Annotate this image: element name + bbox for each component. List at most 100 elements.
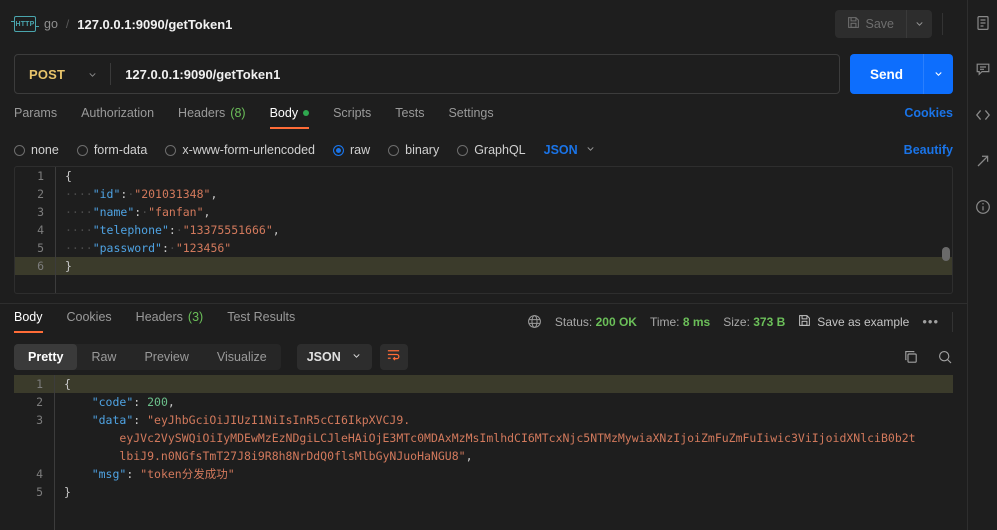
save-as-example-button[interactable]: Save as example bbox=[798, 314, 909, 330]
info-icon[interactable] bbox=[974, 198, 992, 216]
request-response-pane: HTTP go / 127.0.0.1:9090/getToken1 Save bbox=[0, 0, 967, 530]
code-line-text: eyJVc2VySWQiOiIyMDEwMzEzNDgiLCJleHAiOjE3… bbox=[119, 431, 916, 445]
request-tab-headers[interactable]: Headers (8) bbox=[178, 106, 246, 129]
body-type-radio-raw[interactable]: raw bbox=[333, 143, 370, 157]
code-line-text: "msg": "token分发成功" bbox=[91, 467, 235, 481]
request-tab-label: Body bbox=[269, 105, 299, 120]
code-line-text: } bbox=[64, 485, 71, 499]
response-view-pretty[interactable]: Pretty bbox=[14, 344, 78, 370]
radio-indicator bbox=[165, 144, 177, 156]
beautify-link[interactable]: Beautify bbox=[904, 143, 953, 157]
response-more-options-button[interactable]: ••• bbox=[922, 314, 939, 329]
save-button-label: Save bbox=[865, 17, 895, 31]
code-line[interactable]: eyJVc2VySWQiOiIyMDEwMzEzNDgiLCJleHAiOjE3… bbox=[14, 429, 953, 447]
code-line[interactable]: 3 "data": "eyJhbGciOiJIUzI1NiIsInR5cCI6I… bbox=[14, 411, 953, 429]
code-line[interactable]: 4 ····"telephone":·"13375551666", bbox=[15, 221, 952, 239]
request-tab-settings[interactable]: Settings bbox=[448, 106, 493, 129]
http-method-select[interactable]: POST bbox=[15, 55, 110, 93]
response-tab-cookies[interactable]: Cookies bbox=[67, 310, 112, 333]
response-tab-label: Cookies bbox=[66, 310, 112, 324]
body-type-radio-form-data[interactable]: form-data bbox=[76, 143, 147, 157]
send-options-button[interactable] bbox=[923, 54, 953, 94]
response-tab-headers[interactable]: Headers (3) bbox=[136, 310, 204, 333]
http-method-label: POST bbox=[29, 66, 66, 82]
request-tab-body[interactable]: Body bbox=[269, 105, 310, 129]
request-tab-label: Headers bbox=[178, 105, 226, 120]
breadcrumb-collection[interactable]: go bbox=[44, 17, 58, 31]
line-number: 4 bbox=[37, 223, 44, 237]
url-input-group: POST bbox=[14, 54, 840, 94]
chevron-down-icon bbox=[351, 350, 362, 364]
share-icon[interactable] bbox=[974, 152, 992, 170]
request-tab-label: Authorization bbox=[81, 105, 155, 120]
code-line[interactable]: 1{ bbox=[15, 167, 952, 185]
floppy-disk-icon bbox=[798, 314, 811, 330]
request-tab-label: Scripts bbox=[333, 105, 372, 120]
code-line[interactable]: 6} bbox=[15, 257, 952, 275]
code-line[interactable]: 5 ····"password":·"123456" bbox=[15, 239, 952, 257]
code-line[interactable]: 1{ bbox=[14, 375, 953, 393]
response-tab-body[interactable]: Body bbox=[14, 310, 43, 333]
send-button-group: Send bbox=[849, 54, 953, 94]
globe-icon bbox=[527, 314, 542, 329]
request-body-editor[interactable]: 1{ 2 ····"id":·"201031348", 3 ····"name":·"f… bbox=[14, 166, 953, 294]
request-editor-scrollbar[interactable] bbox=[942, 247, 950, 261]
code-line[interactable]: 5} bbox=[14, 483, 953, 501]
response-view-preview[interactable]: Preview bbox=[130, 344, 202, 370]
request-tab-label: Settings bbox=[448, 105, 494, 120]
copy-icon[interactable] bbox=[903, 349, 919, 365]
url-input[interactable] bbox=[111, 66, 839, 82]
search-icon[interactable] bbox=[937, 349, 953, 365]
response-view-raw[interactable]: Raw bbox=[77, 344, 130, 370]
send-button[interactable]: Send bbox=[849, 54, 923, 94]
word-wrap-button[interactable] bbox=[379, 344, 408, 370]
line-number: 4 bbox=[36, 467, 43, 481]
code-line[interactable]: 2 ····"id":·"201031348", bbox=[15, 185, 952, 203]
request-tab-authorization[interactable]: Authorization bbox=[81, 106, 154, 129]
code-line[interactable]: 2 "code": 200, bbox=[14, 393, 953, 411]
response-view-visualize[interactable]: Visualize bbox=[203, 344, 281, 370]
response-body-code[interactable]: 1{2 "code": 200, 3 "data": "eyJhbGciOiJIU… bbox=[14, 375, 953, 501]
floppy-disk-icon bbox=[847, 16, 860, 32]
code-line-text: lbiJ9.n0NGfsTmT27J8i9R8h8NrDdQ0flsMlbGyN… bbox=[119, 449, 473, 463]
comment-icon[interactable] bbox=[974, 60, 992, 78]
body-type-radio-none[interactable]: none bbox=[14, 143, 59, 157]
chevron-down-icon bbox=[914, 17, 925, 32]
body-type-radio-GraphQL[interactable]: GraphQL bbox=[457, 143, 526, 157]
request-tabs: Params Authorization Headers (8) Body Scripts… bbox=[0, 100, 967, 134]
response-body-viewer[interactable]: 1{2 "code": 200, 3 "data": "eyJhbGciOiJIU… bbox=[14, 375, 953, 530]
response-tabs: Body Cookies Headers (3) Test Results bbox=[14, 310, 319, 333]
body-type-radio-binary[interactable]: binary bbox=[388, 143, 439, 157]
line-number: 5 bbox=[36, 485, 43, 499]
request-body-code[interactable]: 1{ 2 ····"id":·"201031348", 3 ····"name":·"f… bbox=[15, 167, 952, 275]
request-tab-params[interactable]: Params bbox=[14, 106, 57, 129]
time-label: Time: 8 ms bbox=[649, 314, 711, 329]
breadcrumb: HTTP go / 127.0.0.1:9090/getToken1 bbox=[11, 16, 835, 32]
radio-indicator bbox=[388, 144, 400, 156]
documentation-icon[interactable] bbox=[974, 14, 992, 32]
save-button[interactable]: Save bbox=[834, 10, 906, 38]
response-actions bbox=[903, 349, 953, 365]
code-line[interactable]: 3 ····"name":·"fanfan", bbox=[15, 203, 952, 221]
response-tab-label: Body bbox=[14, 310, 43, 324]
body-type-label: raw bbox=[350, 143, 371, 157]
line-number: 2 bbox=[37, 187, 44, 201]
breadcrumb-request-name[interactable]: 127.0.0.1:9090/getToken1 bbox=[77, 17, 232, 32]
radio-indicator bbox=[333, 144, 344, 156]
size-value: 373 B bbox=[753, 314, 786, 329]
request-tab-count: (8) bbox=[230, 105, 246, 120]
code-line-text: ····"id":·"201031348", bbox=[65, 187, 218, 201]
body-type-label: x-www-form-urlencoded bbox=[182, 143, 315, 157]
request-tab-tests[interactable]: Tests bbox=[395, 106, 424, 129]
code-line[interactable]: 4 "msg": "token分发成功" bbox=[14, 465, 953, 483]
body-type-radio-x-www-form-urlencoded[interactable]: x-www-form-urlencoded bbox=[165, 143, 315, 157]
cookies-link[interactable]: Cookies bbox=[904, 106, 953, 129]
request-tab-scripts[interactable]: Scripts bbox=[333, 106, 371, 129]
raw-format-select[interactable]: JSON bbox=[544, 143, 596, 157]
code-line[interactable]: lbiJ9.n0NGfsTmT27J8i9R8h8NrDdQ0flsMlbGyN… bbox=[14, 447, 953, 465]
response-tab-test-results[interactable]: Test Results bbox=[227, 310, 295, 333]
save-options-button[interactable] bbox=[906, 10, 932, 38]
code-snippet-icon[interactable] bbox=[974, 106, 992, 124]
line-number: 6 bbox=[37, 259, 44, 273]
response-format-select[interactable]: JSON bbox=[296, 344, 372, 370]
